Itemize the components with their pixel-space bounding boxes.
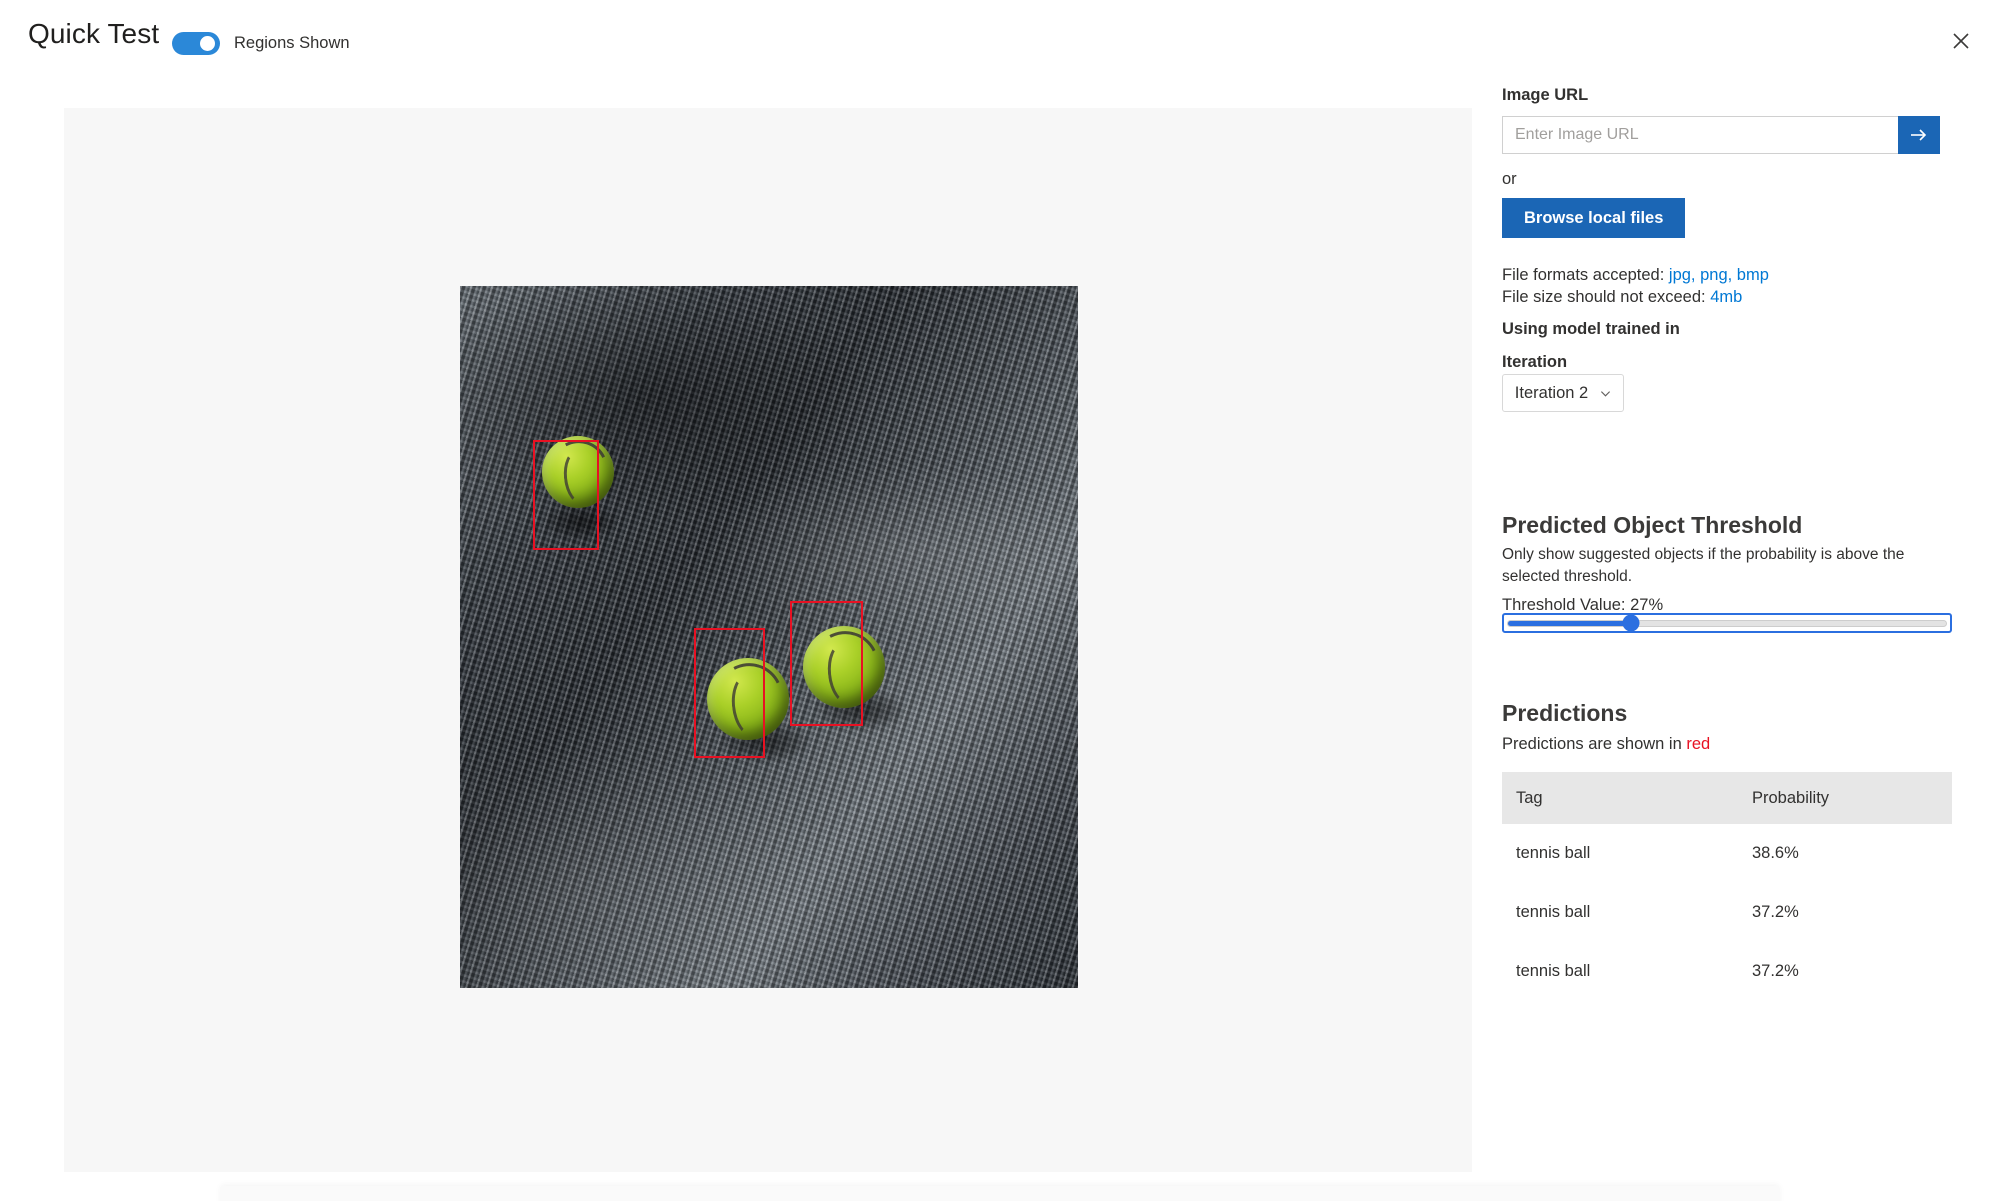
predictions-note-color: red (1686, 735, 1711, 753)
predictions-note-prefix: Predictions are shown in (1502, 735, 1687, 753)
page-title: Quick Test (28, 18, 160, 49)
file-size-value: 4mb (1710, 288, 1743, 306)
file-formats-value: jpg, png, bmp (1668, 266, 1769, 284)
file-requirements: File formats accepted: jpg, png, bmp Fil… (1502, 264, 1769, 308)
image-url-row (1502, 116, 1940, 154)
iteration-label: Iteration (1502, 353, 1568, 371)
column-header-probability: Probability (1752, 772, 1952, 824)
quick-test-page: Quick Test Regions Shown Image URL Enter… (0, 0, 2000, 1201)
image-url-label: Image URL (1502, 86, 1589, 104)
submit-url-button[interactable] (1898, 116, 1940, 154)
cell-tag: tennis ball (1516, 962, 1591, 980)
side-panel: Image URL or Browse local files File for… (1502, 0, 1972, 1201)
regions-shown-label: Regions Shown (234, 34, 350, 52)
slider-fill (1508, 620, 1631, 626)
regions-shown-toggle[interactable] (172, 32, 220, 55)
file-formats-prefix: File formats accepted: (1502, 266, 1669, 284)
bottom-panel-edge (220, 1186, 1780, 1201)
predictions-heading: Predictions (1502, 700, 1628, 726)
prediction-region[interactable] (790, 601, 863, 726)
image-preview-panel (64, 108, 1472, 1172)
table-header-row: Tag Probability (1502, 772, 1952, 824)
prediction-region[interactable] (694, 628, 765, 758)
predictions-note: Predictions are shown in red (1502, 735, 1710, 754)
image-url-input[interactable] (1502, 116, 1898, 154)
cell-probability: 37.2% (1752, 962, 1799, 980)
cell-tag: tennis ball (1516, 844, 1591, 862)
threshold-description: Only show suggested objects if the proba… (1502, 546, 1905, 585)
iteration-selected-value: Iteration 2 (1514, 383, 1589, 402)
chevron-down-icon (1601, 390, 1611, 397)
threshold-heading: Predicted Object Threshold (1502, 512, 1803, 538)
predictions-table: Tag Probability tennis ball 38.6% tennis… (1502, 772, 1952, 1001)
toggle-knob (200, 36, 215, 51)
table-row[interactable]: tennis ball 37.2% (1502, 942, 1952, 1001)
image-sheen (460, 286, 1078, 988)
or-separator: or (1502, 170, 1517, 188)
slider-thumb[interactable] (1622, 614, 1640, 632)
predictions-table-body: tennis ball 38.6% tennis ball 37.2% tenn… (1502, 824, 1952, 1001)
file-size-line: File size should not exceed: 4mb (1502, 286, 1769, 308)
file-formats-line: File formats accepted: jpg, png, bmp (1502, 264, 1769, 286)
prediction-region[interactable] (533, 440, 599, 550)
column-header-tag: Tag (1502, 772, 1752, 824)
arrow-right-icon (1911, 129, 1927, 141)
file-size-prefix: File size should not exceed: (1502, 288, 1711, 306)
using-model-label: Using model trained in (1502, 320, 1680, 338)
test-image[interactable] (460, 286, 1078, 988)
regions-shown-control[interactable]: Regions Shown (172, 32, 350, 55)
slider-track (1507, 614, 1947, 632)
cell-tag: tennis ball (1516, 903, 1591, 921)
threshold-slider[interactable] (1502, 613, 1952, 633)
iteration-dropdown[interactable]: Iteration 2 (1502, 374, 1624, 412)
table-row[interactable]: tennis ball 38.6% (1502, 824, 1952, 883)
cell-probability: 38.6% (1752, 844, 1799, 862)
table-row[interactable]: tennis ball 37.2% (1502, 883, 1952, 942)
browse-local-files-button[interactable]: Browse local files (1502, 198, 1686, 238)
predictions-table-head: Tag Probability (1502, 772, 1952, 824)
cell-probability: 37.2% (1752, 903, 1799, 921)
